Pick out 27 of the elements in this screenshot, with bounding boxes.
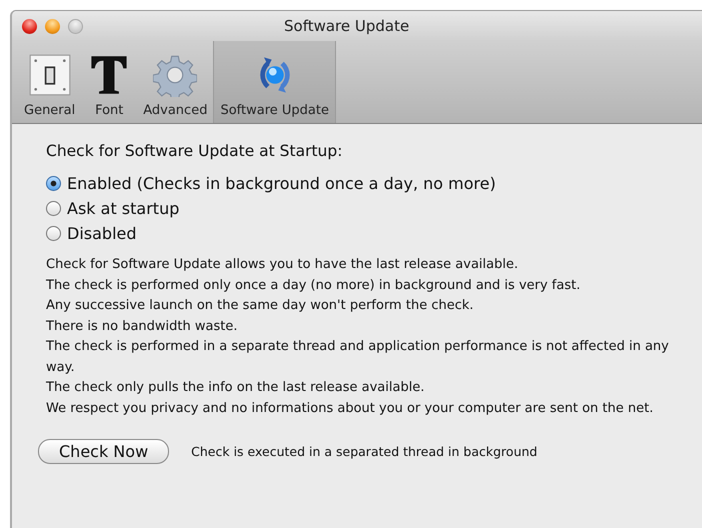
description-text: The check only pulls the info on the last release available. [46,379,426,397]
radio-button[interactable] [46,201,61,216]
toolbar-tab[interactable]: Software Update [213,41,336,123]
toolbar-tab[interactable]: Advanced [137,41,214,123]
description-text: The check is performed in a separate thread and application performance is not affected in any way. [46,338,670,376]
radio-label: Enabled (Checks in background once a day, no more) [67,174,496,193]
gear-icon [153,53,198,97]
check-now-button[interactable]: Check Now [38,439,170,464]
description-text: Check for Software Update allows you to have the last release available. [46,256,520,274]
description-text: The check is performed only once a day (no more) in background and is very fast. [46,276,582,294]
section-heading: Check for Software Update at Startup: [46,142,344,160]
radio-button[interactable] [46,176,61,191]
radio-option[interactable]: Disabled [46,224,702,243]
description-text: We respect you privacy and no informations about you or your computer are sent on the net. [46,400,654,418]
toolbar-tab[interactable]: Font [81,41,138,123]
window-title: Software Update [284,17,410,35]
radio-label: Disabled [67,224,137,243]
radio-button[interactable] [46,226,61,241]
check-note: Check is executed in a separated thread in background [191,444,538,459]
close-button[interactable] [22,18,37,34]
light-switch-icon [28,53,72,97]
description-text: There is no bandwidth waste. [46,318,238,336]
radio-label: Ask at startup [67,199,180,218]
description-text: Any successive launch on the same day won't perform the check. [46,297,475,315]
radio-option[interactable]: Enabled (Checks in background once a day, no more) [46,174,702,193]
radio-option[interactable]: Ask at startup [46,199,702,218]
toolbar-tab[interactable]: General [18,41,82,123]
